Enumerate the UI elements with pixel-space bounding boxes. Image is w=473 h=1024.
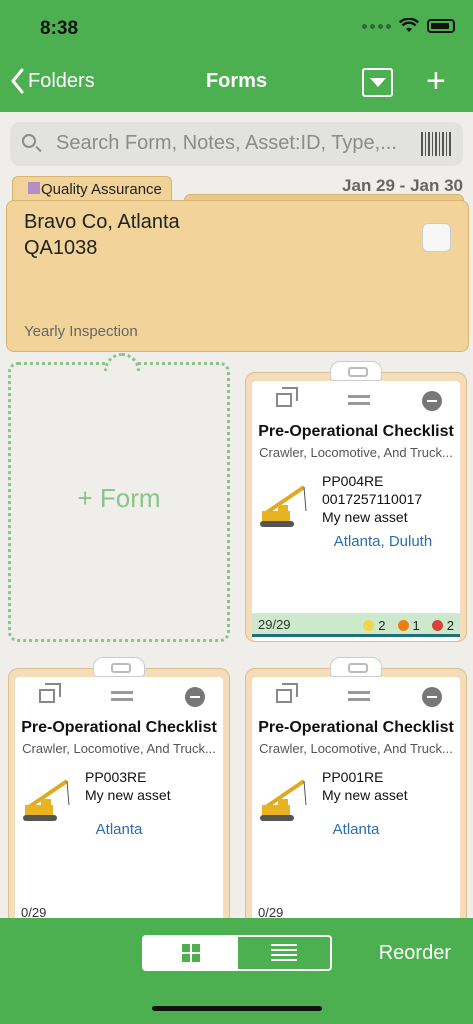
add-form-button[interactable]: + Form bbox=[8, 353, 230, 642]
asset-id: PP003RE bbox=[85, 769, 147, 785]
asset-name: My new asset bbox=[85, 787, 171, 803]
remove-icon[interactable] bbox=[185, 687, 205, 707]
remove-icon[interactable] bbox=[422, 391, 442, 411]
form-paper: Pre-Operational Checklist Crawler, Locom… bbox=[252, 381, 460, 641]
form-subtitle: Crawler, Locomotive, And Truck... bbox=[22, 741, 216, 756]
form-location[interactable]: Atlanta bbox=[15, 821, 223, 838]
clip-clasp bbox=[93, 657, 145, 677]
asset-name: My new asset bbox=[322, 509, 408, 525]
add-form-clasp bbox=[104, 353, 140, 371]
status-pills: 2 1 2 bbox=[363, 618, 454, 633]
crane-icon bbox=[260, 485, 307, 527]
folder-code: QA1038 bbox=[24, 237, 98, 259]
page-title: Forms bbox=[205, 70, 268, 92]
form-paper: Pre-Operational Checklist Crawler, Locom… bbox=[252, 677, 460, 927]
form-card-2[interactable]: Pre-Operational Checklist Crawler, Locom… bbox=[8, 657, 230, 928]
status-pill-yellow: 2 bbox=[363, 618, 386, 633]
form-subtitle: Crawler, Locomotive, And Truck... bbox=[259, 445, 453, 460]
barcode-icon[interactable] bbox=[421, 132, 453, 156]
copy-icon[interactable] bbox=[39, 683, 61, 703]
search-bar[interactable]: Search Form, Notes, Asset:ID, Type,... bbox=[10, 122, 463, 166]
view-toggle bbox=[142, 935, 332, 971]
status-pill-orange: 1 bbox=[397, 618, 420, 633]
copy-icon[interactable] bbox=[276, 387, 298, 407]
drag-handle-icon[interactable] bbox=[348, 395, 370, 405]
header: 8:38 Folders Forms + bbox=[0, 0, 473, 112]
grid-icon bbox=[182, 944, 200, 962]
dropdown-button[interactable] bbox=[362, 68, 393, 97]
folder-footer: Yearly Inspection bbox=[24, 323, 138, 340]
clip-clasp bbox=[330, 657, 382, 677]
crane-icon bbox=[260, 779, 307, 821]
signal-icon bbox=[362, 23, 391, 29]
status-icons bbox=[362, 18, 455, 34]
reorder-button[interactable]: Reorder bbox=[379, 942, 451, 965]
form-card-1[interactable]: Pre-Operational Checklist Crawler, Locom… bbox=[245, 361, 467, 642]
status-pill-red: 2 bbox=[431, 618, 454, 633]
wifi-icon bbox=[399, 18, 419, 32]
folder-card[interactable]: Bravo Co, Atlanta QA1038 Yearly Inspecti… bbox=[6, 200, 469, 352]
form-status-bar: 29/29 2 1 2 bbox=[252, 613, 460, 637]
list-icon bbox=[271, 944, 297, 962]
home-indicator bbox=[152, 1006, 322, 1011]
remove-icon[interactable] bbox=[422, 687, 442, 707]
list-view-button[interactable] bbox=[238, 937, 330, 969]
form-paper: Pre-Operational Checklist Crawler, Locom… bbox=[15, 677, 223, 927]
form-subtitle: Crawler, Locomotive, And Truck... bbox=[259, 741, 453, 756]
asset-id: PP001RE bbox=[322, 769, 384, 785]
grid-view-button[interactable] bbox=[144, 937, 238, 969]
folder-tab: Quality Assurance bbox=[12, 176, 172, 202]
copy-icon[interactable] bbox=[276, 683, 298, 703]
status-time: 8:38 bbox=[40, 18, 79, 39]
crane-icon bbox=[23, 779, 70, 821]
form-title: Pre-Operational Checklist bbox=[258, 423, 454, 440]
form-title: Pre-Operational Checklist bbox=[21, 719, 217, 736]
add-button[interactable]: + bbox=[426, 62, 446, 101]
form-location[interactable]: Atlanta, Duluth bbox=[306, 533, 460, 550]
search-icon bbox=[22, 134, 36, 148]
asset-name: My new asset bbox=[322, 787, 408, 803]
drag-handle-icon[interactable] bbox=[348, 691, 370, 701]
form-title: Pre-Operational Checklist bbox=[258, 719, 454, 736]
folder-color-swatch bbox=[28, 182, 40, 194]
date-range: Jan 29 - Jan 30 bbox=[342, 176, 463, 195]
drag-handle-icon[interactable] bbox=[111, 691, 133, 701]
form-location[interactable]: Atlanta bbox=[252, 821, 460, 838]
search-input[interactable]: Search Form, Notes, Asset:ID, Type,... bbox=[56, 132, 397, 155]
asset-id: PP004RE bbox=[322, 473, 384, 489]
folder-tab-label: Quality Assurance bbox=[41, 181, 162, 198]
folder-checkbox[interactable] bbox=[422, 223, 451, 252]
asset-serial: 0017257110017 bbox=[322, 491, 423, 507]
form-count: 29/29 bbox=[258, 617, 291, 632]
bottom-toolbar: Reorder bbox=[0, 918, 473, 1024]
add-form-label: + Form bbox=[77, 483, 161, 513]
folder-title: Bravo Co, Atlanta bbox=[24, 211, 180, 233]
form-card-3[interactable]: Pre-Operational Checklist Crawler, Locom… bbox=[245, 657, 467, 928]
clip-clasp bbox=[330, 361, 382, 381]
battery-icon bbox=[427, 19, 455, 33]
